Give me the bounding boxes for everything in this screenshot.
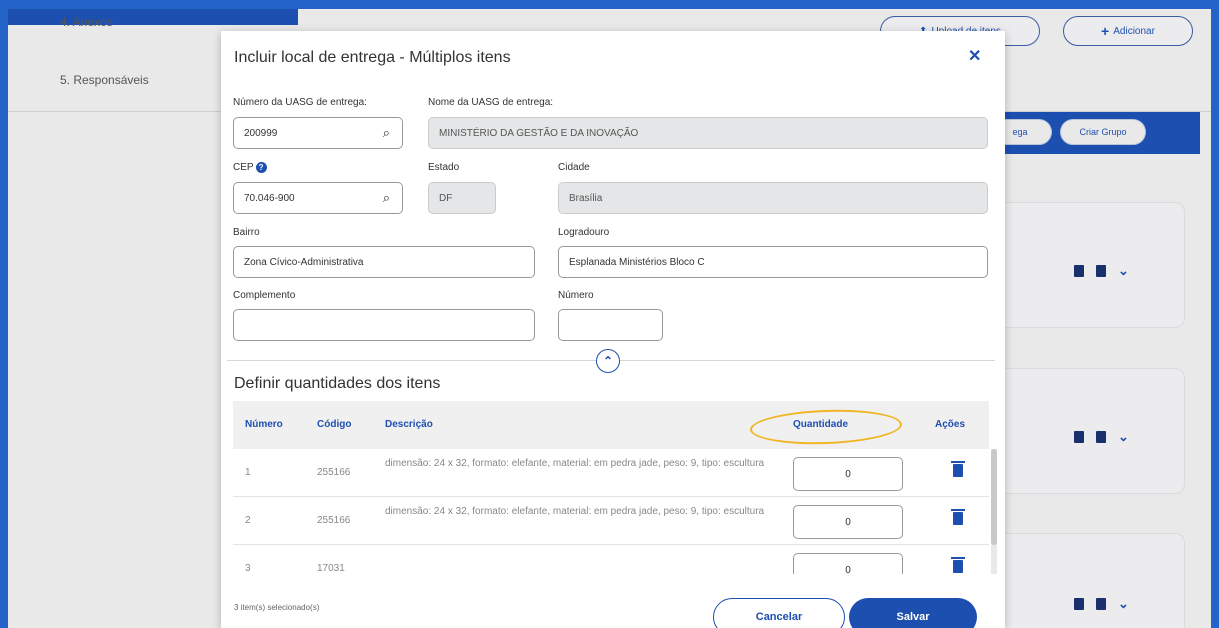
quantity-input[interactable]: 0 bbox=[793, 457, 903, 491]
plus-icon: + bbox=[1101, 23, 1110, 39]
quantity-input[interactable]: 0 bbox=[793, 553, 903, 574]
create-group-button[interactable]: Criar Grupo bbox=[1060, 119, 1146, 145]
cell-descricao: dimensão: 24 x 32, formato: elefante, ma… bbox=[385, 506, 765, 517]
help-icon[interactable]: ? bbox=[255, 162, 267, 173]
group-card bbox=[993, 533, 1185, 628]
logradouro-field[interactable]: Esplanada Ministérios Bloco C bbox=[558, 246, 988, 278]
complemento-label: Complemento bbox=[233, 290, 296, 301]
uasg-number-label: Número da UASG de entrega: bbox=[233, 97, 367, 108]
add-button[interactable]: + Adicionar bbox=[1063, 16, 1193, 46]
complemento-field[interactable] bbox=[233, 309, 535, 341]
uasg-number-field[interactable]: 200999 ⌕ bbox=[233, 117, 403, 149]
table-row: 2 255166 dimensão: 24 x 32, formato: ele… bbox=[233, 497, 989, 545]
cep-label-text: CEP bbox=[233, 162, 254, 174]
estado-value: DF bbox=[439, 192, 453, 204]
add-label: Adicionar bbox=[1113, 25, 1155, 37]
cell-numero: 2 bbox=[245, 515, 251, 526]
table-body: 1 255166 dimensão: 24 x 32, formato: ele… bbox=[233, 449, 989, 574]
cell-codigo: 17031 bbox=[317, 563, 345, 574]
trash-icon[interactable] bbox=[1096, 265, 1106, 277]
numero-field[interactable] bbox=[558, 309, 663, 341]
sidebar-item-anexos[interactable]: 4. Anexos bbox=[60, 15, 113, 29]
cidade-value: Brasília bbox=[569, 192, 603, 204]
uasg-name-field: MINISTÉRIO DA GESTÃO E DA INOVAÇÃO bbox=[428, 117, 988, 149]
search-icon[interactable]: ⌕ bbox=[383, 190, 390, 206]
header-numero: Número bbox=[245, 419, 283, 430]
chevron-down-icon[interactable]: ⌄ bbox=[1118, 429, 1129, 445]
clipboard-icon[interactable] bbox=[1074, 431, 1084, 443]
header-descricao: Descrição bbox=[385, 419, 433, 430]
cell-numero: 1 bbox=[245, 467, 251, 478]
numero-label: Número bbox=[558, 290, 594, 301]
chevron-down-icon[interactable]: ⌄ bbox=[1118, 263, 1129, 279]
annotation-highlight bbox=[749, 407, 903, 447]
cep-value: 70.046-900 bbox=[244, 192, 295, 204]
trash-icon[interactable] bbox=[951, 557, 965, 573]
clipboard-icon[interactable] bbox=[1074, 265, 1084, 277]
quantity-input[interactable]: 0 bbox=[793, 505, 903, 539]
selection-count: 3 item(s) selecionado(s) bbox=[234, 603, 320, 612]
header-acoes: Ações bbox=[935, 419, 966, 430]
uasg-number-value: 200999 bbox=[244, 127, 278, 139]
table-row: 1 255166 dimensão: 24 x 32, formato: ele… bbox=[233, 449, 989, 497]
estado-label: Estado bbox=[428, 162, 460, 173]
cell-numero: 3 bbox=[245, 563, 251, 574]
logradouro-value: Esplanada Ministérios Bloco C bbox=[569, 256, 705, 268]
cancel-button[interactable]: Cancelar bbox=[713, 598, 845, 628]
chevron-down-icon[interactable]: ⌄ bbox=[1118, 596, 1129, 612]
cidade-label: Cidade bbox=[558, 162, 590, 173]
uasg-name-label: Nome da UASG de entrega: bbox=[428, 97, 554, 108]
bairro-value: Zona Cívico-Administrativa bbox=[244, 256, 364, 268]
chevron-up-icon[interactable]: ⌃ bbox=[596, 349, 620, 373]
cep-label: CEP? bbox=[233, 162, 267, 173]
sidebar-item-responsaveis[interactable]: 5. Responsáveis bbox=[60, 73, 149, 87]
table-scrollbar[interactable] bbox=[991, 449, 997, 574]
estado-field: DF bbox=[428, 182, 496, 214]
table-header: Número Código Descrição Quantidade Ações bbox=[233, 401, 989, 449]
save-button[interactable]: Salvar bbox=[849, 598, 977, 628]
cell-descricao: dimensão: 24 x 32, formato: elefante, ma… bbox=[385, 458, 765, 469]
bairro-label: Bairro bbox=[233, 227, 260, 238]
card-actions: ⌄ bbox=[1074, 429, 1129, 445]
active-step-bar bbox=[8, 9, 298, 25]
table-row: 3 17031 0 bbox=[233, 545, 989, 574]
cell-codigo: 255166 bbox=[317, 467, 351, 478]
trash-icon[interactable] bbox=[1096, 598, 1106, 610]
modal-title: Incluir local de entrega - Múltiplos ite… bbox=[234, 49, 511, 66]
cidade-field: Brasília bbox=[558, 182, 988, 214]
search-icon[interactable]: ⌕ bbox=[383, 125, 390, 141]
delivery-location-modal: Incluir local de entrega - Múltiplos ite… bbox=[221, 31, 1005, 628]
logradouro-label: Logradouro bbox=[558, 227, 610, 238]
card-actions: ⌄ bbox=[1074, 596, 1129, 612]
cep-field[interactable]: 70.046-900 ⌕ bbox=[233, 182, 403, 214]
trash-icon[interactable] bbox=[1096, 431, 1106, 443]
clipboard-icon[interactable] bbox=[1074, 598, 1084, 610]
uasg-name-value: MINISTÉRIO DA GESTÃO E DA INOVAÇÃO bbox=[439, 127, 639, 139]
bairro-field[interactable]: Zona Cívico-Administrativa bbox=[233, 246, 535, 278]
close-icon[interactable]: ✕ bbox=[968, 46, 981, 66]
scrollbar-thumb[interactable] bbox=[991, 449, 997, 545]
trash-icon[interactable] bbox=[951, 461, 965, 477]
trash-icon[interactable] bbox=[951, 509, 965, 525]
section-title: Definir quantidades dos itens bbox=[234, 375, 441, 392]
cell-codigo: 255166 bbox=[317, 515, 351, 526]
header-codigo: Código bbox=[317, 419, 352, 430]
items-table: Número Código Descrição Quantidade Ações… bbox=[233, 401, 997, 574]
card-actions: ⌄ bbox=[1074, 263, 1129, 279]
